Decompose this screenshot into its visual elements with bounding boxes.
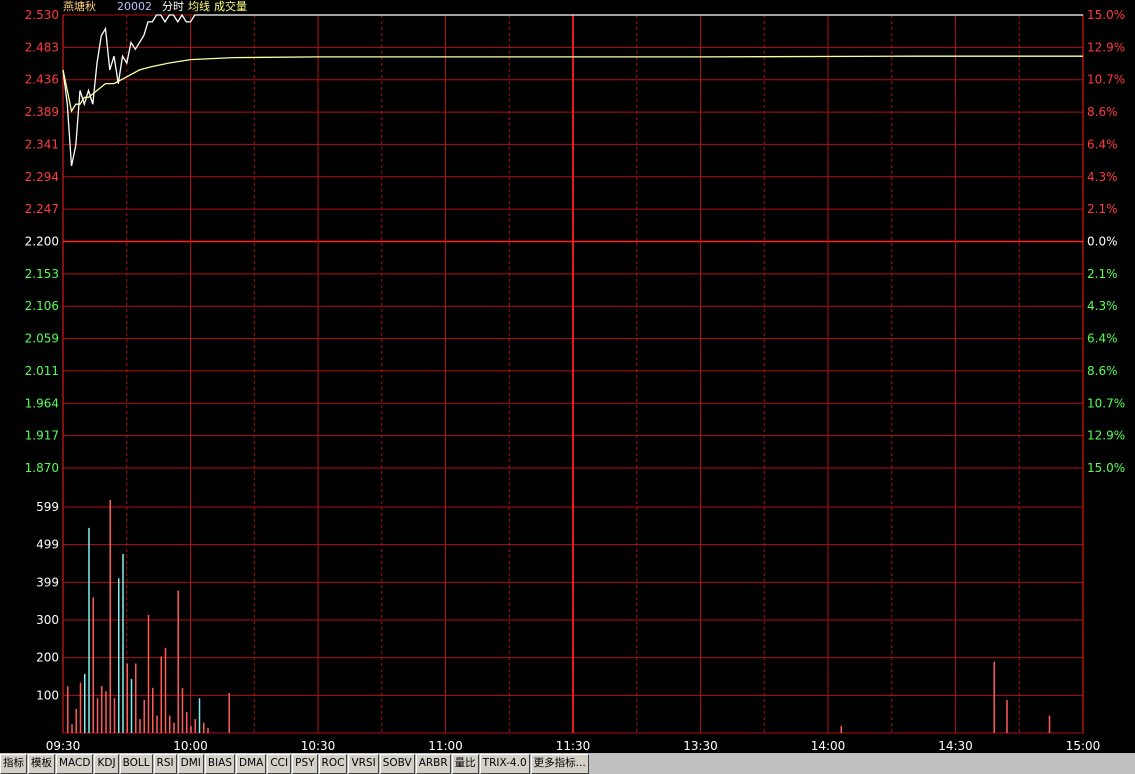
time-tick-label: 13:30 [683, 739, 718, 753]
price-tick-label: 2.483 [25, 40, 59, 54]
percent-tick-label: 8.6% [1087, 105, 1118, 119]
price-tick-label: 2.059 [25, 332, 59, 346]
percent-tick-label: 2.1% [1087, 202, 1118, 216]
indicator-tab[interactable]: 量比 [451, 754, 479, 774]
time-tick-label: 10:00 [173, 739, 208, 753]
indicator-tab[interactable]: SOBV [379, 754, 415, 774]
stock-name: 燕塘秋 [63, 0, 96, 13]
percent-tick-label: 0.0% [1087, 235, 1118, 249]
volume-tick-label: 300 [36, 613, 59, 627]
indicator-tab[interactable]: 更多指标... [530, 754, 589, 774]
volume-bars [67, 500, 1051, 733]
price-tick-label: 2.530 [25, 8, 59, 22]
volume-tick-label: 100 [36, 688, 59, 702]
price-tick-label: 2.011 [25, 364, 59, 378]
percent-tick-label: 6.4% [1087, 332, 1118, 346]
legend-avg: 均线 [188, 0, 210, 13]
price-tick-label: 2.153 [25, 267, 59, 281]
percent-tick-label: 10.7% [1087, 396, 1125, 410]
indicator-tab[interactable]: ROC [318, 754, 348, 774]
y-axis-right: 15.0% 12.9% 10.7% 8.6% 6.4% 4.3% 2.1% 0.0% 2.1% 4… [1087, 8, 1125, 475]
indicator-tab[interactable]: MACD [56, 754, 94, 774]
indicator-tab[interactable]: TRIX-4.0 [479, 754, 530, 774]
percent-tick-label: 6.4% [1087, 137, 1118, 151]
time-tick-label: 09:30 [46, 739, 81, 753]
price-tick-label: 1.964 [25, 396, 59, 410]
time-tick-label: 11:00 [428, 739, 463, 753]
percent-tick-label: 10.7% [1087, 73, 1125, 87]
time-tick-label: 11:30 [556, 739, 591, 753]
chart-canvas: 2.530 2.483 2.436 2.389 2.341 2.294 2.247 2.200… [25, 8, 1125, 753]
price-tick-label: 1.870 [25, 461, 59, 475]
indicator-tab[interactable]: 模板 [28, 754, 55, 774]
volume-tick-label: 200 [36, 651, 59, 665]
time-tick-label: 10:30 [301, 739, 336, 753]
percent-tick-label: 15.0% [1087, 461, 1125, 475]
y-axis-left: 2.530 2.483 2.436 2.389 2.341 2.294 2.247 2.200… [25, 8, 59, 475]
volume-tick-label: 399 [36, 575, 59, 589]
legend-price: 分时 [162, 0, 184, 13]
price-tick-label: 1.917 [25, 429, 59, 443]
time-tick-label: 14:00 [811, 739, 846, 753]
percent-tick-label: 12.9% [1087, 40, 1125, 54]
indicator-tab[interactable]: DMI [177, 754, 204, 774]
time-tick-label: 14:30 [938, 739, 973, 753]
price-tick-label: 2.341 [25, 137, 59, 151]
indicator-tab-bar: 指标 模板 MACD KDJ BOLL RSI DMI BIAS DMA CCI PSY ROC VRS… [0, 753, 1135, 774]
volume-tick-label: 499 [36, 538, 59, 552]
indicator-tab[interactable]: BOLL [119, 754, 153, 774]
chart-header: 燕塘秋 20002 分时 均线 成交量 [63, 0, 247, 14]
indicator-tab[interactable]: RSI [153, 754, 177, 774]
legend-volume: 成交量 [214, 0, 247, 13]
price-tick-label: 2.389 [25, 105, 59, 119]
percent-tick-label: 8.6% [1087, 364, 1118, 378]
stock-code: 20002 [117, 0, 152, 13]
volume-axis: 599 499 399 300 200 100 [36, 500, 59, 702]
percent-tick-label: 4.3% [1087, 170, 1118, 184]
indicator-tab[interactable]: DMA [236, 754, 267, 774]
indicator-tab[interactable]: BIAS [204, 754, 236, 774]
percent-tick-label: 12.9% [1087, 429, 1125, 443]
percent-tick-label: 15.0% [1087, 8, 1125, 22]
indicator-tab[interactable]: KDJ [94, 754, 119, 774]
price-tick-label: 2.247 [25, 202, 59, 216]
indicator-tab[interactable]: CCI [267, 754, 292, 774]
time-tick-label: 15:00 [1066, 739, 1101, 753]
percent-tick-label: 2.1% [1087, 267, 1118, 281]
price-tick-label: 2.436 [25, 73, 59, 87]
volume-tick-label: 599 [36, 500, 59, 514]
indicator-tab[interactable]: VRSI [348, 754, 379, 774]
price-tick-label: 2.200 [25, 235, 59, 249]
price-tick-label: 2.294 [25, 170, 59, 184]
price-tick-label: 2.106 [25, 299, 59, 313]
percent-tick-label: 4.3% [1087, 299, 1118, 313]
indicator-tab[interactable]: ARBR [415, 754, 451, 774]
x-axis: 09:30 10:00 10:30 11:00 11:30 13:30 14:00 14:30… [46, 739, 1101, 753]
indicator-tab[interactable]: 指标 [0, 754, 27, 774]
indicator-tab[interactable]: PSY [292, 754, 318, 774]
grid-lines [62, 14, 1084, 734]
